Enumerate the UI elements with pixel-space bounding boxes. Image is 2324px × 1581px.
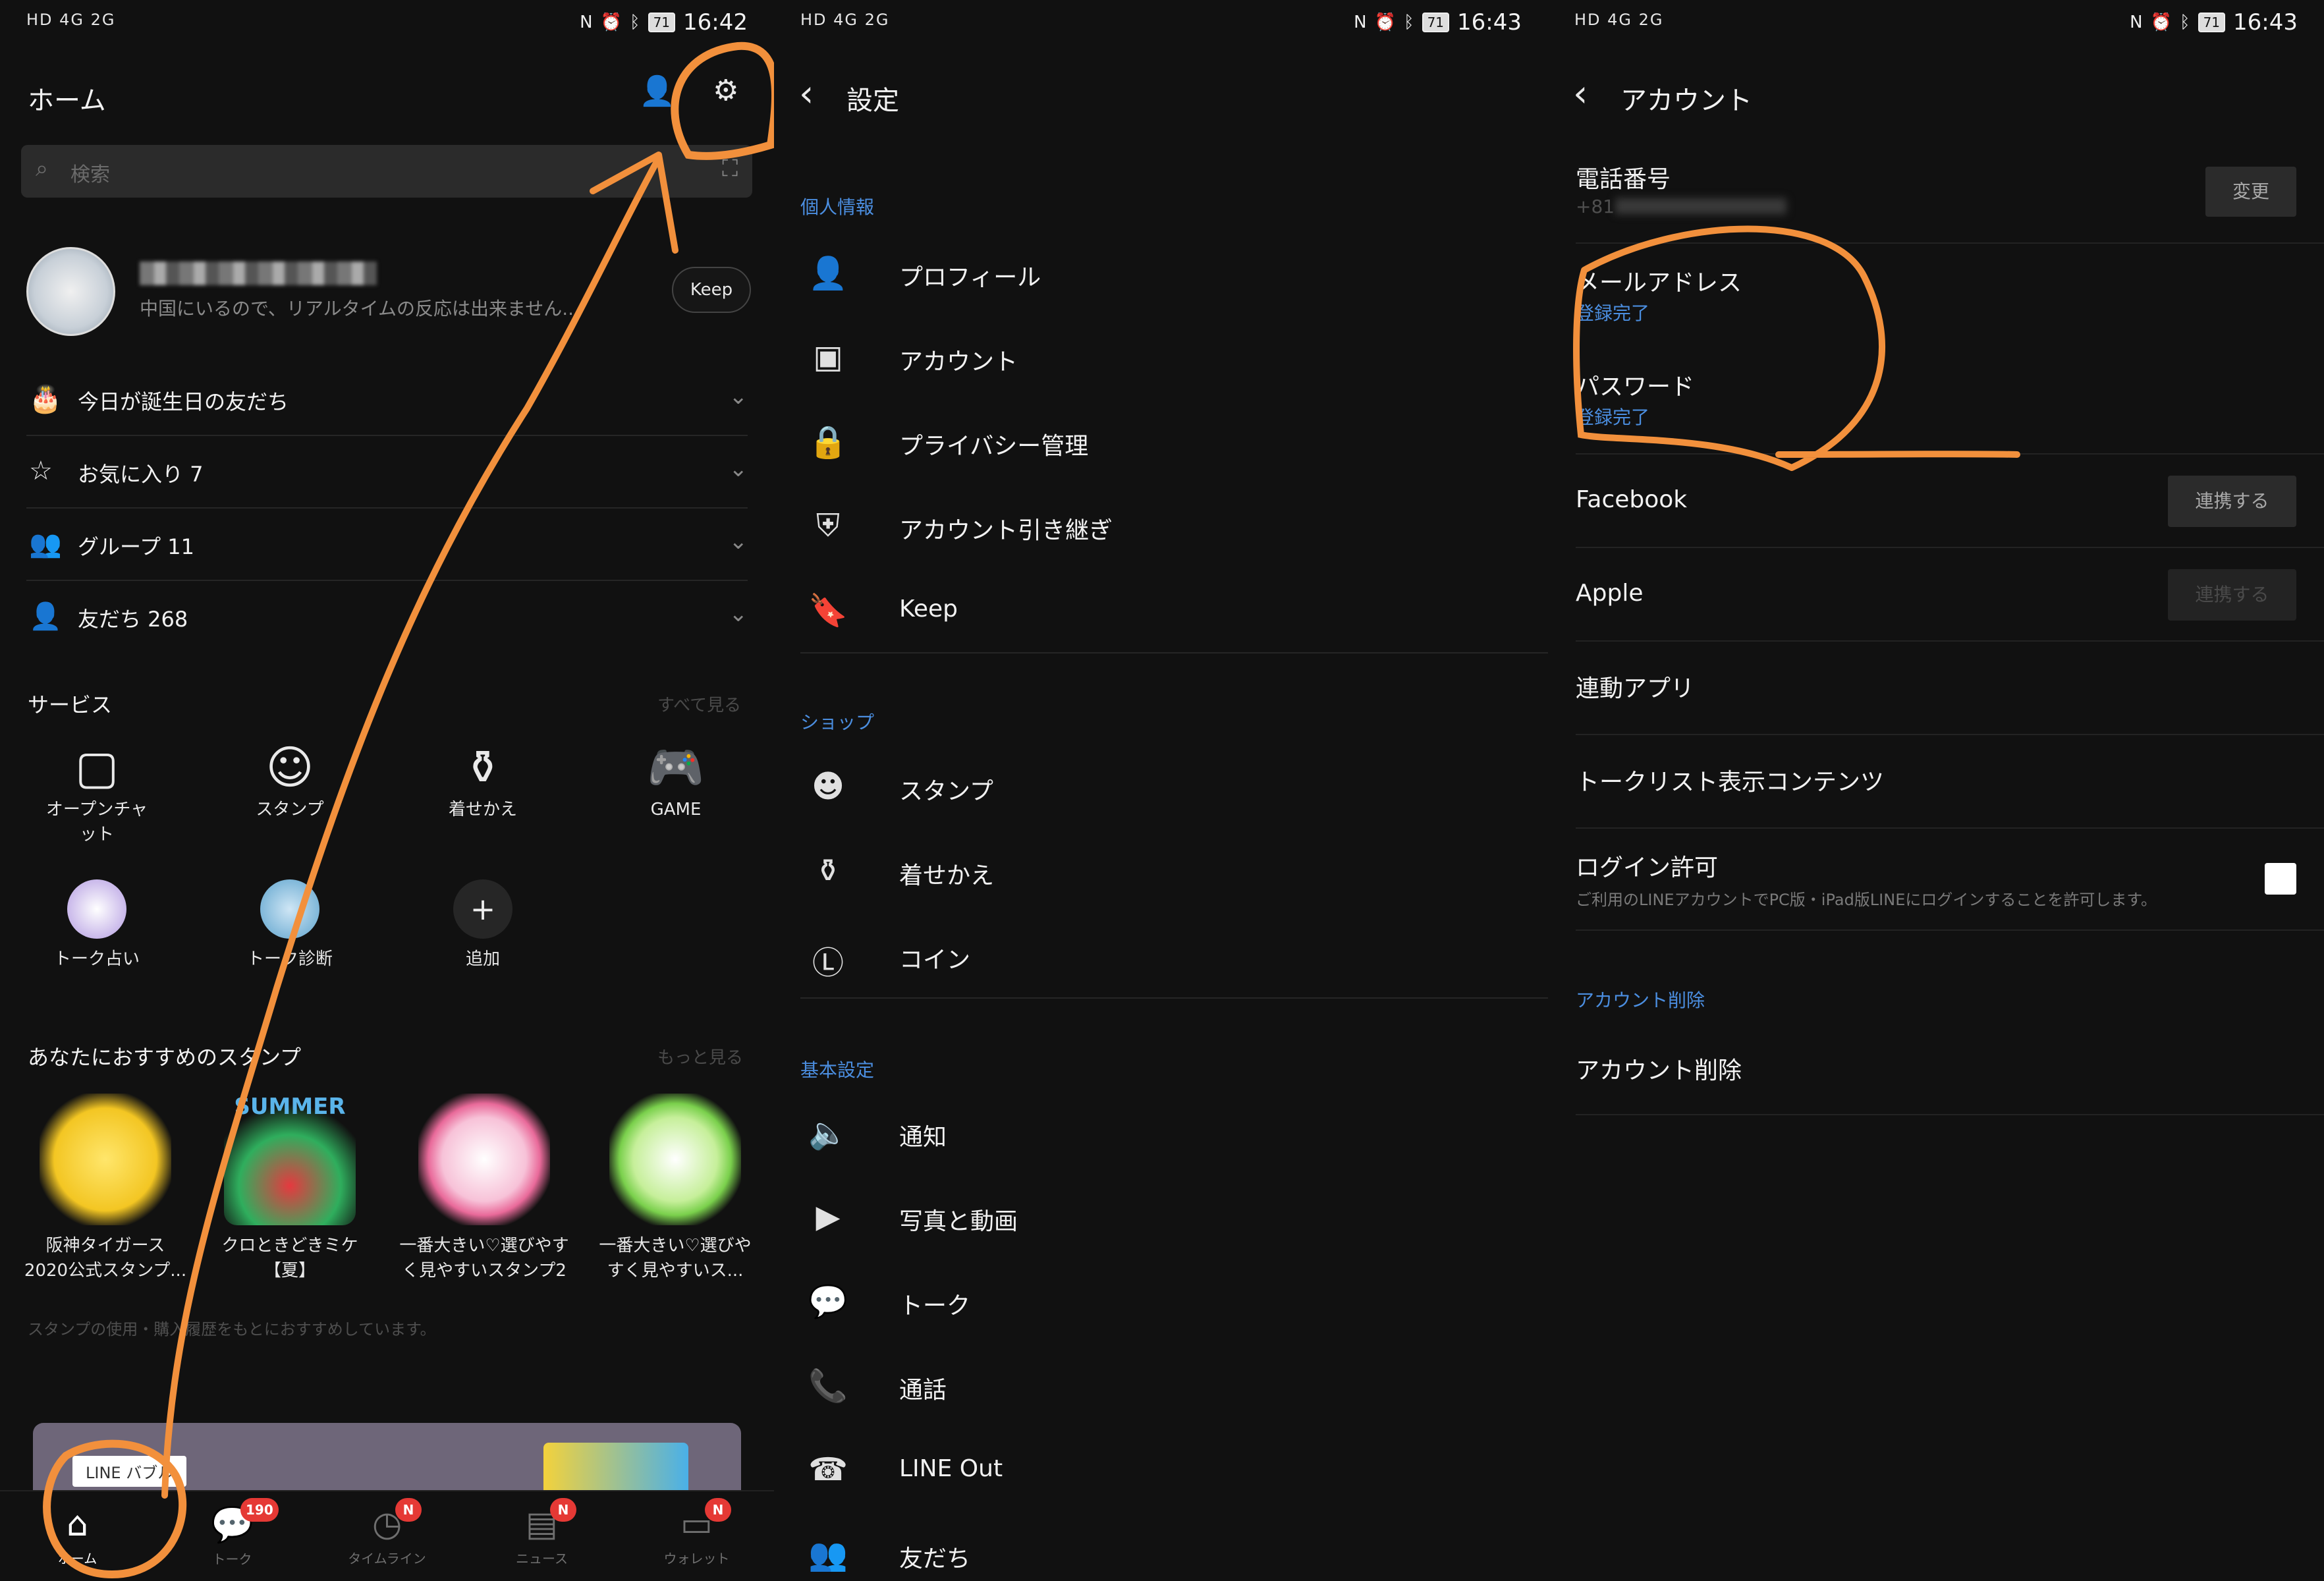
divider bbox=[800, 652, 1548, 653]
settings-item-label: コイン bbox=[899, 947, 971, 974]
annotation-circle-home bbox=[43, 1439, 187, 1579]
battery-icon: 71 bbox=[1422, 13, 1450, 32]
status-network: HD 4G 2G bbox=[800, 11, 890, 29]
annotation-overlay bbox=[1573, 225, 2020, 471]
group-shop: ショップ bbox=[800, 711, 875, 733]
annotation-overlay bbox=[43, 42, 774, 1579]
settings-item-transfer[interactable]: ⛨ アカウント引き継ぎ bbox=[800, 484, 1548, 568]
status-time: 16:43 bbox=[1457, 9, 1522, 36]
settings-item-photos-videos[interactable]: ▶ 写真と動画 bbox=[800, 1175, 1548, 1259]
settings-item-label: 友だち bbox=[899, 1545, 971, 1572]
settings-item-calls[interactable]: 📞 通話 bbox=[800, 1343, 1548, 1428]
nfc-icon: N bbox=[1354, 13, 1367, 32]
phone-out-icon: ☎ bbox=[808, 1451, 848, 1488]
settings-item-privacy[interactable]: 🔒 プライバシー管理 bbox=[800, 399, 1548, 484]
play-icon: ▶ bbox=[816, 1198, 841, 1235]
speaker-icon: 🔈 bbox=[808, 1115, 848, 1151]
id-card-icon: ▣ bbox=[813, 339, 843, 375]
person-icon: 👤 bbox=[808, 255, 848, 292]
divider bbox=[800, 997, 1548, 999]
group-basic-settings: 基本設定 bbox=[800, 1059, 875, 1081]
page-title: 設定 bbox=[846, 86, 899, 116]
account-screen: HD 4G 2G N ⏰ ᛒ 71 16:43 ‹ アカウント 電話番号 +81… bbox=[1548, 0, 2324, 1581]
bluetooth-icon: ᛒ bbox=[1403, 13, 1414, 32]
settings-item-label: LINE Out bbox=[899, 1455, 1003, 1482]
home-screen: HD 4G 2G N ⏰ ᛒ 71 16:42 ホーム 👤 ⚙ ⌕ 検索 ⛶ 中… bbox=[0, 0, 774, 1581]
status-bar: HD 4G 2G N ⏰ ᛒ 71 16:43 bbox=[774, 0, 1548, 47]
settings-item-label: 通知 bbox=[899, 1124, 947, 1151]
settings-item-theme[interactable]: ⚱ 着せかえ bbox=[800, 829, 1548, 913]
friends-icon: 👥 bbox=[808, 1536, 848, 1573]
annotation-arrow-line bbox=[161, 155, 662, 1499]
group-personal-info: 個人情報 bbox=[800, 196, 875, 218]
settings-item-label: 写真と動画 bbox=[899, 1208, 1018, 1235]
settings-item-line-out[interactable]: ☎ LINE Out bbox=[800, 1428, 1548, 1512]
settings-item-label: アカウント引き継ぎ bbox=[899, 517, 1113, 544]
lock-icon: 🔒 bbox=[808, 424, 848, 460]
settings-item-label: プライバシー管理 bbox=[899, 433, 1089, 460]
settings-item-friends[interactable]: 👥 友だち bbox=[800, 1512, 1548, 1581]
phone-icon: 📞 bbox=[808, 1368, 848, 1404]
settings-item-label: 着せかえ bbox=[899, 862, 995, 889]
settings-item-coin[interactable]: Ⓛ コイン bbox=[800, 913, 1548, 997]
settings-item-stamp[interactable]: ☻ スタンプ bbox=[800, 744, 1548, 829]
annotation-circle-email-password bbox=[1573, 225, 2020, 471]
settings-item-label: 通話 bbox=[899, 1377, 947, 1404]
settings-item-label: アカウント bbox=[899, 348, 1018, 375]
brush-icon: ⚱ bbox=[814, 852, 842, 889]
settings-item-keep[interactable]: 🔖 Keep bbox=[800, 568, 1548, 652]
settings-header: ‹ 設定 bbox=[774, 66, 1548, 125]
chat-bubble-icon: 💬 bbox=[808, 1283, 848, 1320]
settings-item-profile[interactable]: 👤 プロフィール bbox=[800, 231, 1548, 315]
settings-item-talk[interactable]: 💬 トーク bbox=[800, 1259, 1548, 1343]
settings-item-label: トーク bbox=[899, 1292, 971, 1319]
alarm-icon: ⏰ bbox=[1374, 13, 1396, 32]
settings-item-label: プロフィール bbox=[899, 264, 1041, 291]
settings-item-label: Keep bbox=[899, 596, 958, 623]
smile-icon: ☻ bbox=[811, 768, 845, 805]
settings-item-label: スタンプ bbox=[899, 778, 993, 805]
annotation-circle-settings bbox=[671, 42, 774, 160]
shield-icon: ⛨ bbox=[816, 507, 840, 544]
settings-screen: HD 4G 2G N ⏰ ᛒ 71 16:43 ‹ 設定 個人情報 👤 プロフィー… bbox=[774, 0, 1548, 1581]
coin-icon: Ⓛ bbox=[812, 945, 844, 982]
bookmark-icon: 🔖 bbox=[808, 592, 848, 629]
settings-item-account[interactable]: ▣ アカウント bbox=[800, 315, 1548, 399]
settings-item-notifications[interactable]: 🔈 通知 bbox=[800, 1090, 1548, 1175]
back-arrow-icon[interactable]: ‹ bbox=[799, 72, 814, 115]
